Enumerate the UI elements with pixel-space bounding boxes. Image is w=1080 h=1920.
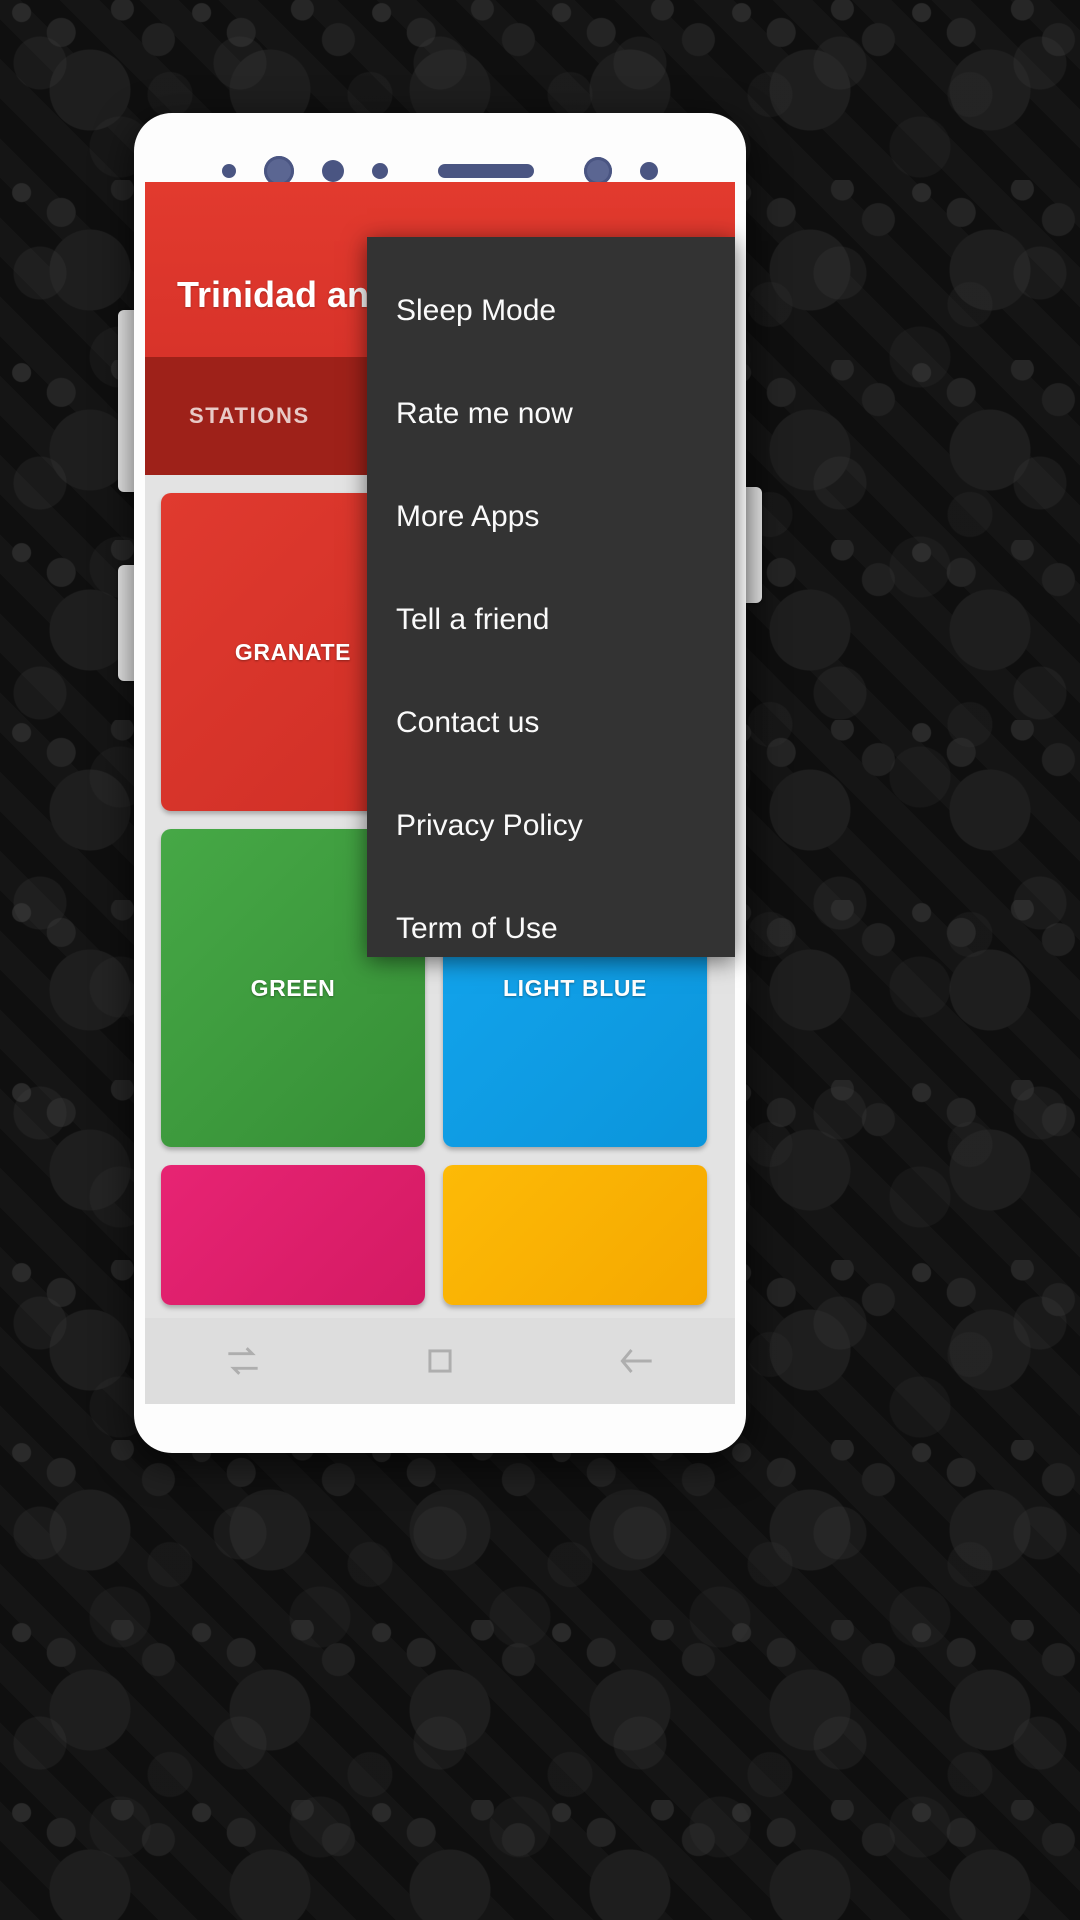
- recents-icon[interactable]: [221, 1339, 265, 1383]
- menu-item-rate-me-now[interactable]: Rate me now: [367, 362, 735, 465]
- station-tile-label: GRANATE: [234, 638, 352, 665]
- proximity-dot-icon: [222, 164, 236, 178]
- light-sensor-dot-icon: [640, 162, 658, 180]
- sensor-dot-icon: [322, 160, 344, 182]
- menu-item-contact-us[interactable]: Contact us: [367, 671, 735, 774]
- led-dot-icon: [372, 163, 388, 179]
- station-tile-pink[interactable]: [161, 1165, 425, 1305]
- menu-item-tell-a-friend[interactable]: Tell a friend: [367, 568, 735, 671]
- android-navigation-bar: [145, 1318, 735, 1404]
- sensor-dot-right-icon: [584, 157, 612, 185]
- overflow-menu: Sleep Mode Rate me now More Apps Tell a …: [367, 237, 735, 957]
- menu-item-term-of-use[interactable]: Term of Use: [367, 877, 735, 980]
- menu-item-sleep-mode[interactable]: Sleep Mode: [367, 259, 735, 362]
- station-tile-amber[interactable]: [443, 1165, 707, 1305]
- tab-stations[interactable]: STATIONS: [145, 403, 354, 429]
- earpiece-speaker-icon: [438, 164, 534, 178]
- menu-item-privacy-policy[interactable]: Privacy Policy: [367, 774, 735, 877]
- back-icon[interactable]: [615, 1339, 659, 1383]
- station-tile-label: GREEN: [250, 974, 336, 1001]
- home-icon[interactable]: [418, 1339, 462, 1383]
- page-title: Trinidad and: [177, 274, 392, 315]
- menu-item-more-apps[interactable]: More Apps: [367, 465, 735, 568]
